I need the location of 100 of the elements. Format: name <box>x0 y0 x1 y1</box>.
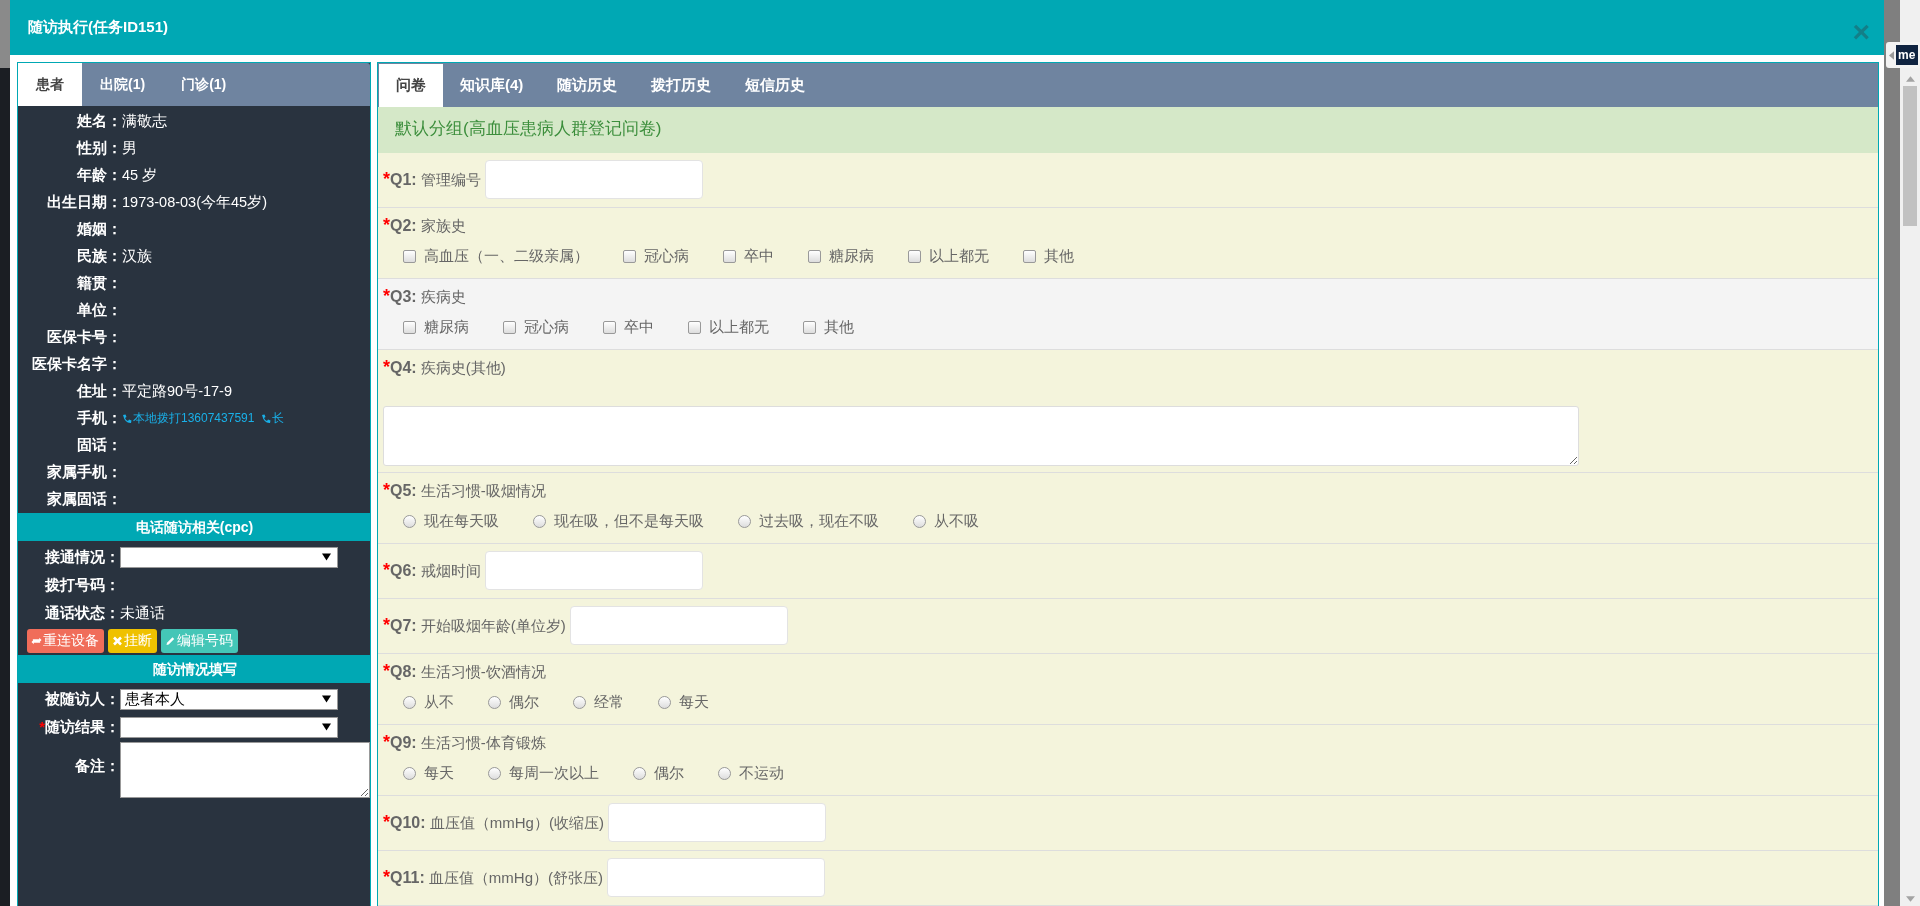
field-label: 手机： <box>76 409 122 428</box>
field-label: 固话： <box>76 436 122 455</box>
question-label: *Q5: 生活习惯-吸烟情况 <box>383 480 546 501</box>
radio-button[interactable] <box>488 696 501 709</box>
tab[interactable]: 短信历史 <box>728 64 823 107</box>
checkbox-option[interactable]: 冠心病 <box>623 247 689 266</box>
dialog-title: 随访执行(任务ID151) <box>28 18 169 37</box>
field-label: 出生日期： <box>46 193 122 212</box>
answer-field[interactable] <box>569 606 788 645</box>
call-link[interactable]: 本地拨打13607437591 <box>122 410 255 427</box>
checkbox-option[interactable]: 其他 <box>803 318 854 337</box>
radio-option[interactable]: 每周一次以上 <box>488 764 599 783</box>
radio-option[interactable]: 从不 <box>403 693 454 712</box>
checkbox[interactable] <box>803 321 816 334</box>
radio-button[interactable] <box>658 696 671 709</box>
radio-button[interactable] <box>738 515 751 528</box>
question-label: *Q4: 疾病史(其他) <box>383 357 506 378</box>
radio-option[interactable]: 现在吸，但不是每天吸 <box>533 512 704 531</box>
checkbox-option[interactable]: 糖尿病 <box>403 318 469 337</box>
checkbox-option[interactable]: 以上都无 <box>908 247 989 266</box>
dropdown[interactable] <box>120 546 338 568</box>
checkbox-option[interactable]: 高血压（一、二级亲属） <box>403 247 589 266</box>
radio-button[interactable] <box>573 696 586 709</box>
radio-button[interactable] <box>403 515 416 528</box>
radio-button[interactable] <box>403 696 416 709</box>
radio-button[interactable] <box>913 515 926 528</box>
caret-icon <box>322 553 331 561</box>
question-label: *Q7: 开始吸烟年龄(单位岁) <box>383 615 566 636</box>
field-label: 医保卡名字： <box>31 355 122 374</box>
checkbox[interactable] <box>403 321 416 334</box>
field-label: 姓名： <box>76 112 122 131</box>
dropdown[interactable] <box>120 716 338 738</box>
checkbox-option[interactable]: 冠心病 <box>503 318 569 337</box>
checkbox-option[interactable]: 其他 <box>1023 247 1074 266</box>
radio-button[interactable] <box>533 515 546 528</box>
radio-button[interactable] <box>718 767 731 780</box>
scrollbar[interactable] <box>1900 0 1920 906</box>
notes-field[interactable] <box>120 742 370 798</box>
radio-option[interactable]: 偶尔 <box>488 693 539 712</box>
answer-field[interactable] <box>484 551 703 590</box>
field-label: 年龄： <box>76 166 122 185</box>
radio-option[interactable]: 每天 <box>403 764 454 783</box>
action-button[interactable]: 重连设备 <box>27 629 104 653</box>
field-value: 45 岁 <box>122 166 158 185</box>
checkbox[interactable] <box>403 250 416 263</box>
answer-field[interactable] <box>607 803 826 842</box>
field-label: 籍贯： <box>76 274 122 293</box>
field-label: 单位： <box>76 301 122 320</box>
checkbox-option[interactable]: 卒中 <box>603 318 654 337</box>
dropdown[interactable]: 患者本人 <box>120 688 338 710</box>
tab[interactable]: 门诊(1) <box>163 63 245 106</box>
radio-option[interactable]: 过去吸，现在不吸 <box>738 512 879 531</box>
side-widget[interactable]: me <box>1886 42 1920 68</box>
radio-button[interactable] <box>403 767 416 780</box>
checkbox[interactable] <box>723 250 736 263</box>
tab[interactable]: 出院(1) <box>82 63 164 106</box>
refresh-icon <box>31 636 42 646</box>
field-label: 通话状态： <box>44 603 120 623</box>
answer-field[interactable] <box>607 858 826 897</box>
checkbox[interactable] <box>688 321 701 334</box>
caret-icon <box>322 695 331 703</box>
question-label: *Q3: 疾病史 <box>383 286 466 307</box>
tab[interactable]: 问卷 <box>379 64 443 107</box>
radio-option[interactable]: 经常 <box>573 693 624 712</box>
field-label: 备注： <box>74 757 120 776</box>
radio-option[interactable]: 每天 <box>658 693 709 712</box>
scroll-up-icon[interactable] <box>1905 76 1915 82</box>
radio-option[interactable]: 偶尔 <box>633 764 684 783</box>
section-header: 随访情况填写 <box>18 655 371 683</box>
radio-option[interactable]: 从不吸 <box>913 512 979 531</box>
scroll-down-icon[interactable] <box>1905 896 1915 902</box>
checkbox[interactable] <box>1023 250 1036 263</box>
tab[interactable]: 患者 <box>18 63 82 106</box>
field-label: 医保卡号： <box>46 328 122 347</box>
scroll-thumb[interactable] <box>1903 86 1917 226</box>
radio-button[interactable] <box>488 767 501 780</box>
answer-box[interactable] <box>383 406 1579 466</box>
radio-option[interactable]: 不运动 <box>718 764 784 783</box>
field-label: 家属手机： <box>46 463 122 482</box>
checkbox-option[interactable]: 卒中 <box>723 247 774 266</box>
radio-option[interactable]: 现在每天吸 <box>403 512 499 531</box>
field-label: 性别： <box>75 139 122 158</box>
field-value: 男 <box>122 139 137 158</box>
tab[interactable]: 知识库(4) <box>443 64 541 107</box>
radio-button[interactable] <box>633 767 646 780</box>
tab[interactable]: 拨打历史 <box>634 64 729 107</box>
call-link[interactable]: 长 <box>261 410 285 427</box>
checkbox[interactable] <box>623 250 636 263</box>
checkbox[interactable] <box>603 321 616 334</box>
field-value: 满敬志 <box>122 112 167 131</box>
phone-icon <box>122 413 132 424</box>
checkbox-option[interactable]: 糖尿病 <box>808 247 874 266</box>
checkbox[interactable] <box>503 321 516 334</box>
checkbox-option[interactable]: 以上都无 <box>688 318 769 337</box>
tab[interactable]: 随访历史 <box>540 64 635 107</box>
checkbox[interactable] <box>908 250 921 263</box>
answer-field[interactable] <box>484 160 703 199</box>
question-label: *Q10: 血压值（mmHg）(收缩压) <box>383 812 604 833</box>
field-value: 汉族 <box>122 247 152 266</box>
checkbox[interactable] <box>808 250 821 263</box>
